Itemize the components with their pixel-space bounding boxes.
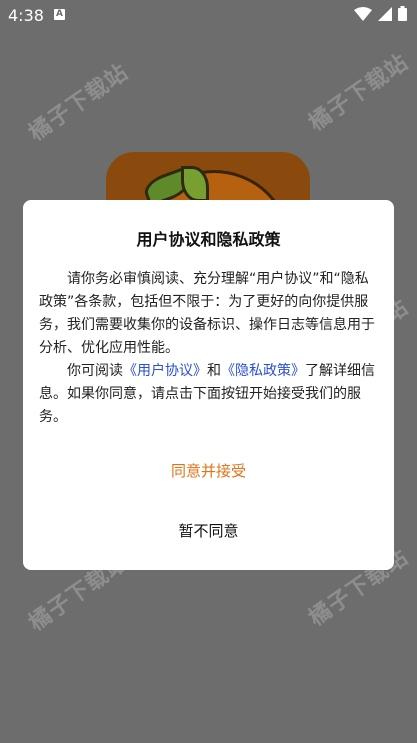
privacy-dialog: 用户协议和隐私政策 请你务必审慎阅读、充分理解“用户协议”和“隐私政策”各条款，… <box>23 200 394 570</box>
dialog-paragraph: 你可阅读《用户协议》和《隐私政策》了解详细信息。如果你同意，请点击下面按钮开始接… <box>39 360 379 429</box>
watermark: 橘子下载站 <box>304 49 414 137</box>
status-bar: 4:38 A <box>0 0 417 30</box>
wifi-icon <box>354 6 372 21</box>
decline-button[interactable]: 暂不同意 <box>23 520 394 541</box>
paragraph-text: 和 <box>207 363 221 379</box>
notification-icon: A <box>54 9 65 20</box>
privacy-policy-link[interactable]: 《隐私政策》 <box>221 363 305 379</box>
dialog-paragraph: 请你务必审慎阅读、充分理解“用户协议”和“隐私政策”各条款，包括但不限于：为了更… <box>39 271 375 356</box>
user-agreement-link[interactable]: 《用户协议》 <box>123 363 207 379</box>
paragraph-text: 你可阅读 <box>67 363 123 379</box>
signal-icon <box>378 6 392 21</box>
watermark: 橘子下载站 <box>24 59 134 147</box>
dialog-body: 请你务必审慎阅读、充分理解“用户协议”和“隐私政策”各条款，包括但不限于：为了更… <box>39 268 379 429</box>
accept-button[interactable]: 同意并接受 <box>23 460 394 481</box>
status-icons <box>354 6 407 21</box>
dialog-title: 用户协议和隐私政策 <box>136 230 281 249</box>
status-time: 4:38 <box>8 6 44 25</box>
battery-icon <box>398 6 407 21</box>
